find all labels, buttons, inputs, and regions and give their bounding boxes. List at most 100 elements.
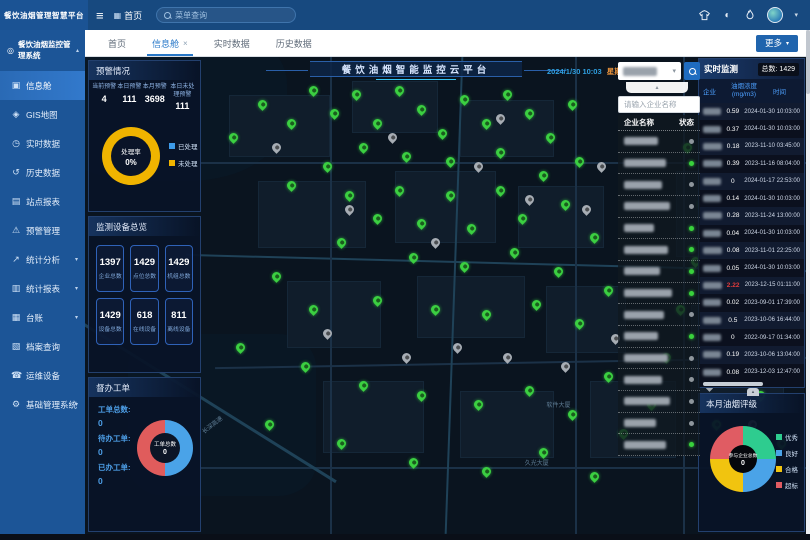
company-row[interactable]: [618, 174, 700, 196]
company-row[interactable]: [618, 348, 700, 370]
device-icon: ☎: [11, 370, 21, 381]
status-dot-online: [689, 291, 694, 296]
blurred-company-name: [624, 137, 658, 145]
map-pin-online[interactable]: [444, 155, 457, 168]
concentration-value: 0.05: [721, 265, 744, 272]
sidebar-item-档案查询[interactable]: ▧档案查询: [0, 332, 85, 361]
sidebar-item-统计分析[interactable]: ↗统计分析▾: [0, 245, 85, 274]
close-icon[interactable]: ×: [183, 39, 188, 48]
flame-icon[interactable]: [744, 9, 756, 21]
sidebar-item-信息舱[interactable]: ▣信息舱: [0, 71, 85, 100]
company-row[interactable]: [618, 261, 700, 283]
reading-time: 2024-01-30 10:03:00: [744, 230, 800, 236]
map-pin-online[interactable]: [436, 127, 449, 140]
device-stat-label: 企业总数: [99, 271, 122, 280]
device-stat-value: 1429: [134, 257, 155, 268]
map-pin-online[interactable]: [588, 470, 601, 483]
menu-search-input[interactable]: 菜单查询: [156, 7, 296, 23]
company-row[interactable]: [618, 196, 700, 218]
theme-icon[interactable]: ◐: [721, 9, 733, 21]
map-pin-online[interactable]: [537, 170, 550, 183]
map-pin-online[interactable]: [530, 298, 543, 311]
nav-home[interactable]: ▦ 首页: [114, 9, 143, 22]
company-row[interactable]: [618, 304, 700, 326]
sidebar-item-统计报表[interactable]: ▥统计报表▾: [0, 274, 85, 303]
realtime-row[interactable]: 0.392023-11-16 08:04:00: [699, 155, 804, 172]
page-scrollbar[interactable]: [806, 30, 810, 534]
workorder-value: 0: [98, 418, 131, 428]
panel-collapse-caret[interactable]: ▴: [747, 388, 759, 396]
workorder-lines: 工单总数:0待办工单:0已办工单:0: [98, 404, 131, 486]
sidebar-system-header[interactable]: ◎ 餐饮油烟监控管理系统 ▴: [0, 30, 85, 71]
realtime-row[interactable]: 0.022023-09-01 17:39:00: [699, 294, 804, 311]
map-canvas[interactable]: 长深高速久光大厦软件大厦 餐饮油烟智能监控云平台 2024/1/30 10:03…: [85, 57, 806, 534]
company-type-select[interactable]: ▾: [618, 62, 681, 80]
sidebar-item-GIS地图[interactable]: ◈GIS地图: [0, 100, 85, 129]
realtime-row[interactable]: 0.082023-12-03 12:47:00: [699, 364, 804, 381]
map-pin-online[interactable]: [372, 213, 385, 226]
hamburger-menu-icon[interactable]: ≡: [96, 8, 104, 23]
realtime-row[interactable]: 02024-01-17 22:53:00: [699, 173, 804, 190]
company-row[interactable]: [618, 239, 700, 261]
sidebar-item-运维设备[interactable]: ☎运维设备: [0, 361, 85, 390]
realtime-row[interactable]: 0.282023-11-24 13:00:00: [699, 207, 804, 224]
company-row[interactable]: [618, 391, 700, 413]
tab-历史数据[interactable]: 历史数据: [263, 30, 325, 56]
scrollbar-thumb[interactable]: [703, 382, 763, 386]
company-row[interactable]: [618, 153, 700, 175]
tab-信息舱[interactable]: 信息舱×: [139, 30, 201, 56]
scrollbar-thumb[interactable]: [806, 30, 810, 94]
realtime-row[interactable]: 0.142024-01-30 10:03:00: [699, 190, 804, 207]
map-pin-offline[interactable]: [400, 351, 413, 364]
sidebar-item-历史数据[interactable]: ↺历史数据: [0, 158, 85, 187]
sidebar-item-站点报表[interactable]: ▤站点报表: [0, 187, 85, 216]
map-pin-online[interactable]: [357, 141, 370, 154]
company-row[interactable]: [618, 283, 700, 305]
realtime-row[interactable]: 0.372024-01-30 10:03:00: [699, 120, 804, 137]
blurred-company-name: [624, 397, 670, 405]
sidebar-item-基础管理系统[interactable]: ⚙基础管理系统▾: [0, 390, 85, 419]
map-pin-online[interactable]: [271, 270, 284, 283]
realtime-row[interactable]: 0.042024-01-30 10:03:00: [699, 225, 804, 242]
realtime-row[interactable]: 0.052024-01-30 10:03:00: [699, 259, 804, 276]
company-row[interactable]: [618, 131, 700, 153]
tab-首页[interactable]: 首页: [95, 30, 139, 56]
tab-实时数据[interactable]: 实时数据: [201, 30, 263, 56]
company-row[interactable]: [618, 434, 700, 456]
workorder-value: 0: [98, 476, 131, 486]
blurred-company-name: [703, 334, 721, 341]
device-stat-label: 点位总数: [133, 271, 156, 280]
sidebar-item-实时数据[interactable]: ◷实时数据: [0, 129, 85, 158]
company-row[interactable]: [618, 369, 700, 391]
company-list-header: 企业名称 状态: [618, 115, 700, 131]
skin-icon[interactable]: [698, 9, 710, 21]
company-search-button[interactable]: [684, 62, 700, 80]
realtime-row[interactable]: 0.192023-10-06 13:04:00: [699, 346, 804, 363]
realtime-row[interactable]: 02022-09-17 01:34:00: [699, 329, 804, 346]
map-pin-online[interactable]: [509, 246, 522, 259]
realtime-row[interactable]: 0.082023-11-01 22:25:00: [699, 242, 804, 259]
blurred-company-name: [703, 369, 721, 376]
map-pin-online[interactable]: [494, 184, 507, 197]
map-pin-offline[interactable]: [386, 131, 399, 144]
chevron-down-icon[interactable]: ▾: [794, 11, 798, 19]
map-pin-online[interactable]: [552, 265, 565, 278]
company-row[interactable]: [618, 413, 700, 435]
user-avatar[interactable]: [767, 7, 783, 23]
realtime-row[interactable]: 2.222023-12-15 01:11:00: [699, 277, 804, 294]
sidebar-item-预警管理[interactable]: ⚠预警管理: [0, 216, 85, 245]
realtime-row[interactable]: 0.52023-10-06 16:44:00: [699, 312, 804, 329]
company-row[interactable]: [618, 218, 700, 240]
realtime-row[interactable]: 0.592024-01-30 10:03:00: [699, 103, 804, 120]
alert-stat-label: 本日未处理预警: [168, 84, 197, 99]
more-button[interactable]: 更多▾: [756, 35, 798, 52]
status-dot-offline: [689, 377, 694, 382]
status-dot-online: [689, 247, 694, 252]
company-list-collapse[interactable]: ▴: [626, 82, 688, 93]
realtime-row[interactable]: 0.182023-11-10 03:45:00: [699, 138, 804, 155]
company-row[interactable]: [618, 326, 700, 348]
device-overview-panel: 监测设备总览 1397企业总数1429点位总数1429机组总数1429设备总数6…: [88, 216, 201, 373]
blurred-company-name: [703, 160, 722, 167]
company-name-input[interactable]: [618, 96, 700, 113]
sidebar-item-台账[interactable]: ▦台账▾: [0, 303, 85, 332]
